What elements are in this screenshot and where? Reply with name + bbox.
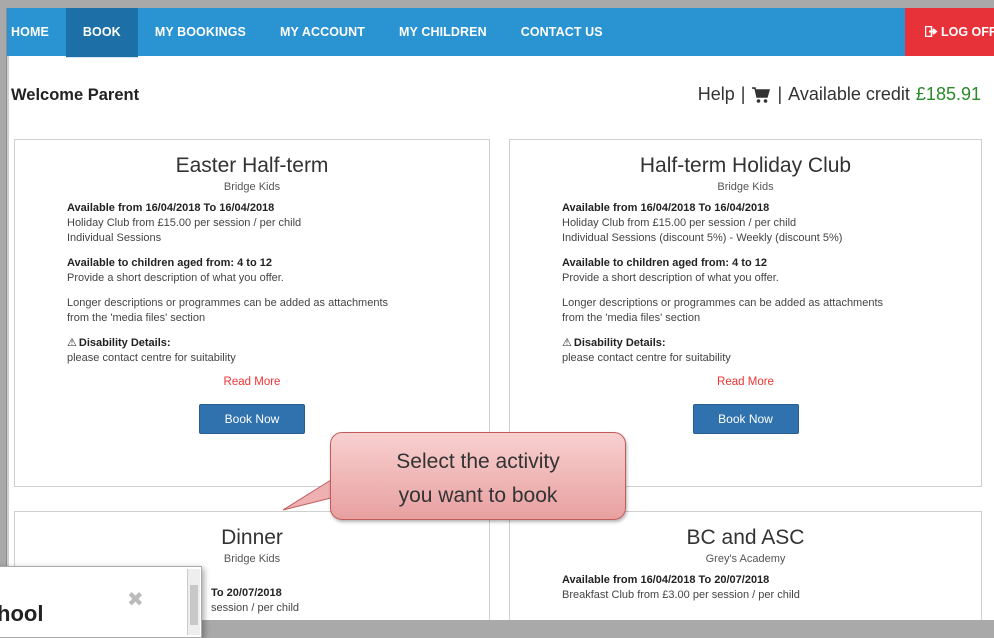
read-more-link[interactable]: Read More [510, 376, 981, 388]
card-desc-long-2: from the 'media files' section [562, 312, 701, 324]
nav-book[interactable]: BOOK [65, 8, 138, 58]
activity-card: BC and ASC Grey's Academy Available from… [509, 511, 982, 620]
card-availability: Available from 16/04/2018 To 16/04/2018 [67, 202, 275, 214]
logoff-button[interactable]: LOG OFF [905, 8, 994, 56]
card-provider: Grey's Academy [705, 553, 786, 565]
cart-icon[interactable] [751, 86, 771, 104]
card-title: Dinner [221, 526, 283, 549]
nav-my-children[interactable]: MY CHILDREN [382, 8, 504, 57]
popup-title: hool [0, 601, 44, 626]
credit-label: Available credit [788, 84, 910, 104]
logoff-label: LOG OFF [941, 25, 994, 39]
warning-icon: ⚠ [67, 337, 77, 349]
close-icon[interactable]: ✖ [127, 587, 144, 612]
card-desc-long-2: from the 'media files' section [67, 312, 206, 324]
card-availability: Available from 16/04/2018 To 16/04/2018 [562, 202, 770, 214]
card-ages: Available to children aged from: 4 to 12 [562, 257, 767, 269]
separator: | [740, 84, 746, 104]
card-sessions: Individual Sessions [67, 232, 162, 244]
nav-my-bookings[interactable]: MY BOOKINGS [138, 8, 263, 57]
credit-value: £185.91 [915, 84, 981, 104]
card-provider: Bridge Kids [223, 181, 281, 193]
nav-my-account[interactable]: MY ACCOUNT [263, 8, 382, 57]
popup-scrollbar[interactable] [187, 569, 200, 635]
nav-home[interactable]: HOME [7, 8, 66, 57]
disability-text: please contact centre for suitability [67, 352, 236, 364]
card-desc-long: Longer descriptions or programmes can be… [562, 297, 884, 309]
card-price: Holiday Club from £15.00 per session / p… [67, 217, 302, 229]
book-now-button[interactable]: Book Now [692, 404, 799, 434]
card-provider: Bridge Kids [717, 181, 774, 193]
callout-line-1: Select the activity [396, 450, 560, 473]
disability-label: Disability Details: [78, 337, 171, 349]
disability-text: please contact centre for suitability [562, 352, 731, 364]
card-price: Holiday Club from £15.00 per session / p… [562, 217, 797, 229]
book-now-button[interactable]: Book Now [199, 404, 305, 434]
account-bar: Help | | Available credit £185.91 [698, 84, 981, 105]
separator: | [777, 84, 783, 104]
card-sessions: Individual Sessions (discount 5%) - Week… [562, 232, 843, 244]
card-availability: Available from 16/04/2018 To 20/07/2018 [562, 574, 770, 586]
card-provider: Bridge Kids [223, 553, 281, 565]
card-desc: Provide a short description of what you … [562, 272, 779, 284]
disability-label: Disability Details: [573, 337, 666, 349]
popup-dialog: hool ✖ [0, 566, 202, 638]
callout-tooltip: Select the activity you want to book [330, 432, 626, 520]
welcome-heading: Welcome Parent [11, 86, 140, 104]
card-desc-long: Longer descriptions or programmes can be… [67, 297, 389, 309]
card-ages: Available to children aged from: 4 to 12 [67, 257, 272, 269]
nav-contact-us[interactable]: CONTACT US [504, 8, 620, 57]
card-title: Easter Half-term [175, 154, 329, 177]
main-nav: HOME BOOK MY BOOKINGS MY ACCOUNT MY CHIL… [7, 8, 994, 58]
card-price: session / per child [211, 602, 300, 614]
card-desc: Provide a short description of what you … [67, 272, 284, 284]
read-more-link[interactable]: Read More [15, 376, 489, 388]
sign-out-icon [924, 25, 938, 40]
card-title: Half-term Holiday Club [639, 154, 852, 177]
card-title: BC and ASC [686, 526, 805, 549]
callout-line-2: you want to book [398, 484, 558, 507]
card-availability: To 20/07/2018 [211, 587, 282, 599]
warning-icon: ⚠ [562, 337, 572, 349]
card-price: Breakfast Club from £3.00 per session / … [562, 589, 800, 601]
help-link[interactable]: Help [698, 84, 735, 105]
browser-window: HOME BOOK MY BOOKINGS MY ACCOUNT MY CHIL… [6, 8, 994, 620]
